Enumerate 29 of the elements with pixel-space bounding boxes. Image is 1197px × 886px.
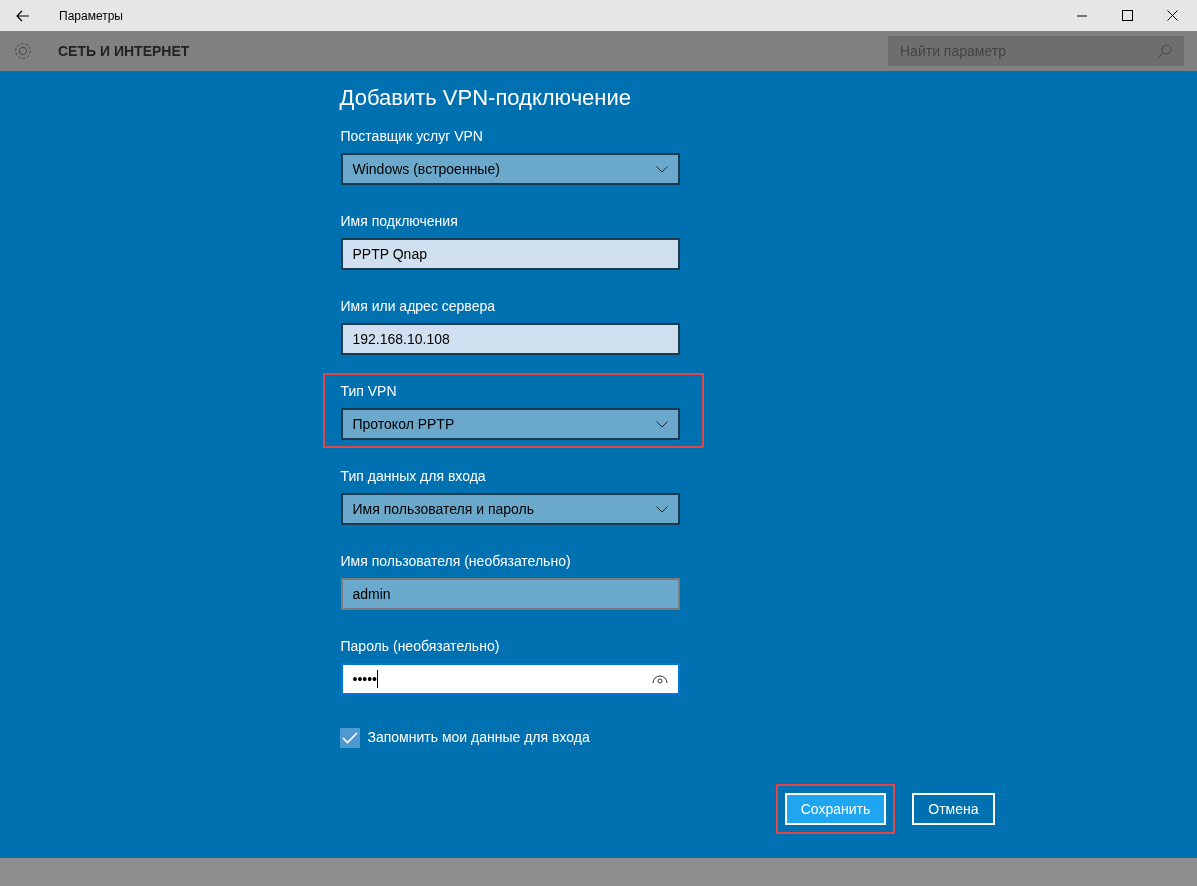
field-label: Имя пользователя (необязательно) xyxy=(340,552,572,571)
input-field[interactable]: admin xyxy=(340,578,680,610)
cancel-button[interactable]: Отмена xyxy=(912,793,995,825)
section-title: СЕТЬ И ИНТЕРНЕТ xyxy=(58,41,190,61)
back-icon[interactable] xyxy=(16,9,30,22)
remember-checkbox[interactable] xyxy=(339,727,360,748)
close-icon[interactable] xyxy=(1167,10,1178,21)
maximize-icon[interactable] xyxy=(1122,10,1133,21)
checkbox-label: Запомнить мои данные для входа xyxy=(367,728,590,747)
chevron-down-icon xyxy=(655,420,668,428)
field-label: Поставщик услуг VPN xyxy=(340,127,484,146)
search-icon xyxy=(1158,44,1172,58)
chevron-down-icon xyxy=(655,505,668,513)
field-label: Тип данных для входа xyxy=(340,467,487,486)
field-label: Имя подключения xyxy=(340,212,459,231)
dropdown[interactable]: Windows (встроенные) xyxy=(340,153,680,185)
chevron-down-icon xyxy=(655,165,668,173)
input-field[interactable]: PPTP Qnap xyxy=(340,238,680,270)
field-label: Пароль (необязательно) xyxy=(340,637,501,656)
field-label: Имя или адрес сервера xyxy=(340,297,496,316)
dropdown[interactable]: Протокол PPTP xyxy=(340,408,680,440)
window-title: Параметры xyxy=(59,7,123,25)
eye-icon[interactable] xyxy=(651,674,668,684)
settings-icon xyxy=(12,40,34,62)
dialog-title: Добавить VPN-подключение xyxy=(339,84,632,112)
field-label: Тип VPN xyxy=(340,382,398,401)
input-field[interactable]: 192.168.10.108 xyxy=(340,323,680,355)
password-field[interactable]: ••••• xyxy=(340,663,680,695)
dropdown[interactable]: Имя пользователя и пароль xyxy=(340,493,680,525)
